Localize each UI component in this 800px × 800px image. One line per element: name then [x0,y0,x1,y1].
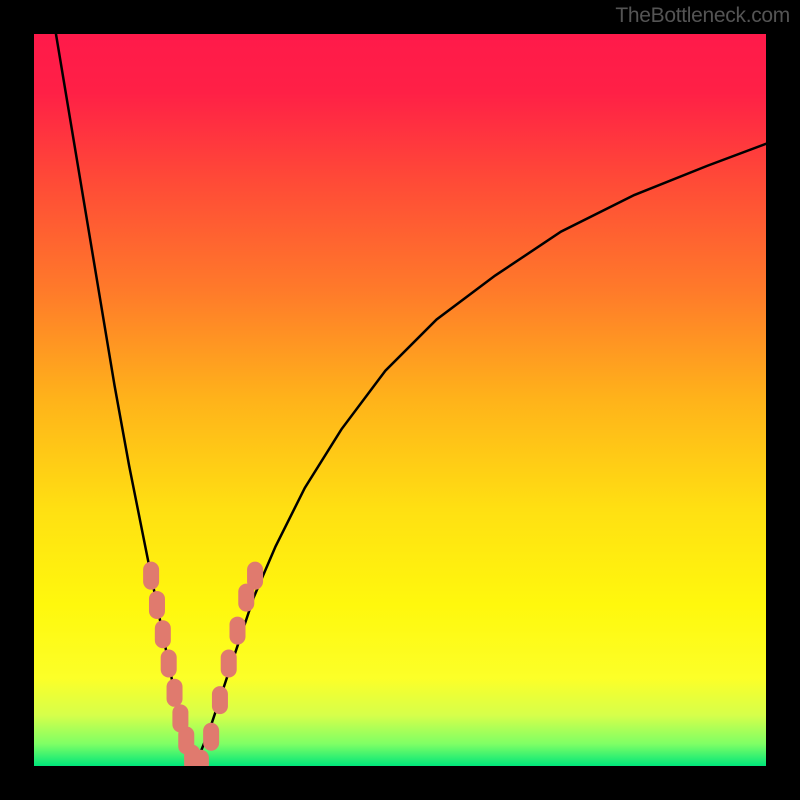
marker-3 [161,650,177,678]
plot-svg [34,34,766,766]
marker-14 [247,562,263,590]
marker-11 [221,650,237,678]
plot-area [34,34,766,766]
chart-container: TheBottleneck.com [0,0,800,800]
attribution-label: TheBottleneck.com [615,4,790,28]
marker-2 [155,620,171,648]
marker-9 [203,723,219,751]
marker-12 [230,617,246,645]
marker-8 [193,750,209,766]
plot-background [34,34,766,766]
marker-0 [143,562,159,590]
marker-1 [149,591,165,619]
marker-4 [167,679,183,707]
marker-10 [212,686,228,714]
